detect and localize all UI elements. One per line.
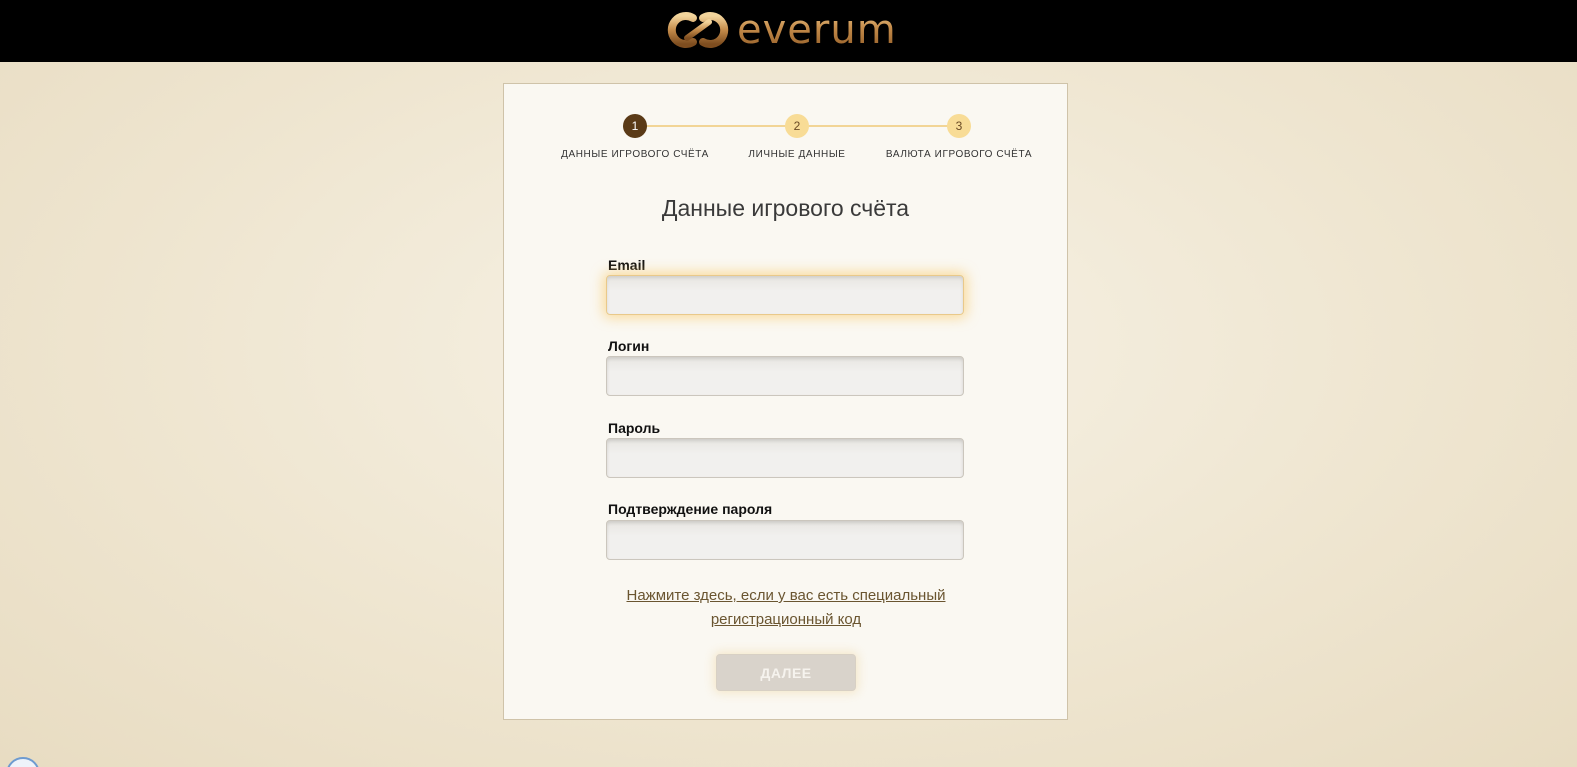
form-title: Данные игрового счёта [661,195,910,221]
everum-logo-icon [667,12,729,48]
password-field[interactable] [606,438,964,478]
step-3-label: ВАЛЮТА ИГРОВОГО СЧЁТА [885,149,1033,160]
password-confirm-field[interactable] [606,520,964,560]
special-code-link[interactable]: Нажмите здесь, если у вас есть специальн… [596,584,976,632]
email-field[interactable] [606,275,964,315]
step-3-indicator: 3 [947,114,971,138]
login-field[interactable] [606,356,964,396]
password-confirm-label: Подтверждение пароля [608,501,773,517]
top-header: everum [0,0,1577,62]
brand-name: everum [737,7,897,53]
step-2-label: ЛИЧНЫЕ ДАННЫЕ [748,149,846,160]
registration-card: 1 2 3 ДАННЫЕ ИГРОВОГО СЧЁТА ЛИЧНЫЕ ДАННЫ… [503,83,1068,720]
stepper-line-1 [635,125,797,127]
stepper-line-2 [797,125,959,127]
password-label: Пароль [608,420,661,436]
login-label: Логин [608,338,650,354]
email-label: Email [608,257,646,273]
step-1-indicator: 1 [623,114,647,138]
next-button[interactable]: ДАЛЕЕ [716,654,856,691]
chat-bubble-icon[interactable] [6,757,40,767]
everum-logo[interactable]: everum [665,8,897,52]
step-1-label: ДАННЫЕ ИГРОВОГО СЧЁТА [561,149,709,160]
step-2-indicator: 2 [785,114,809,138]
